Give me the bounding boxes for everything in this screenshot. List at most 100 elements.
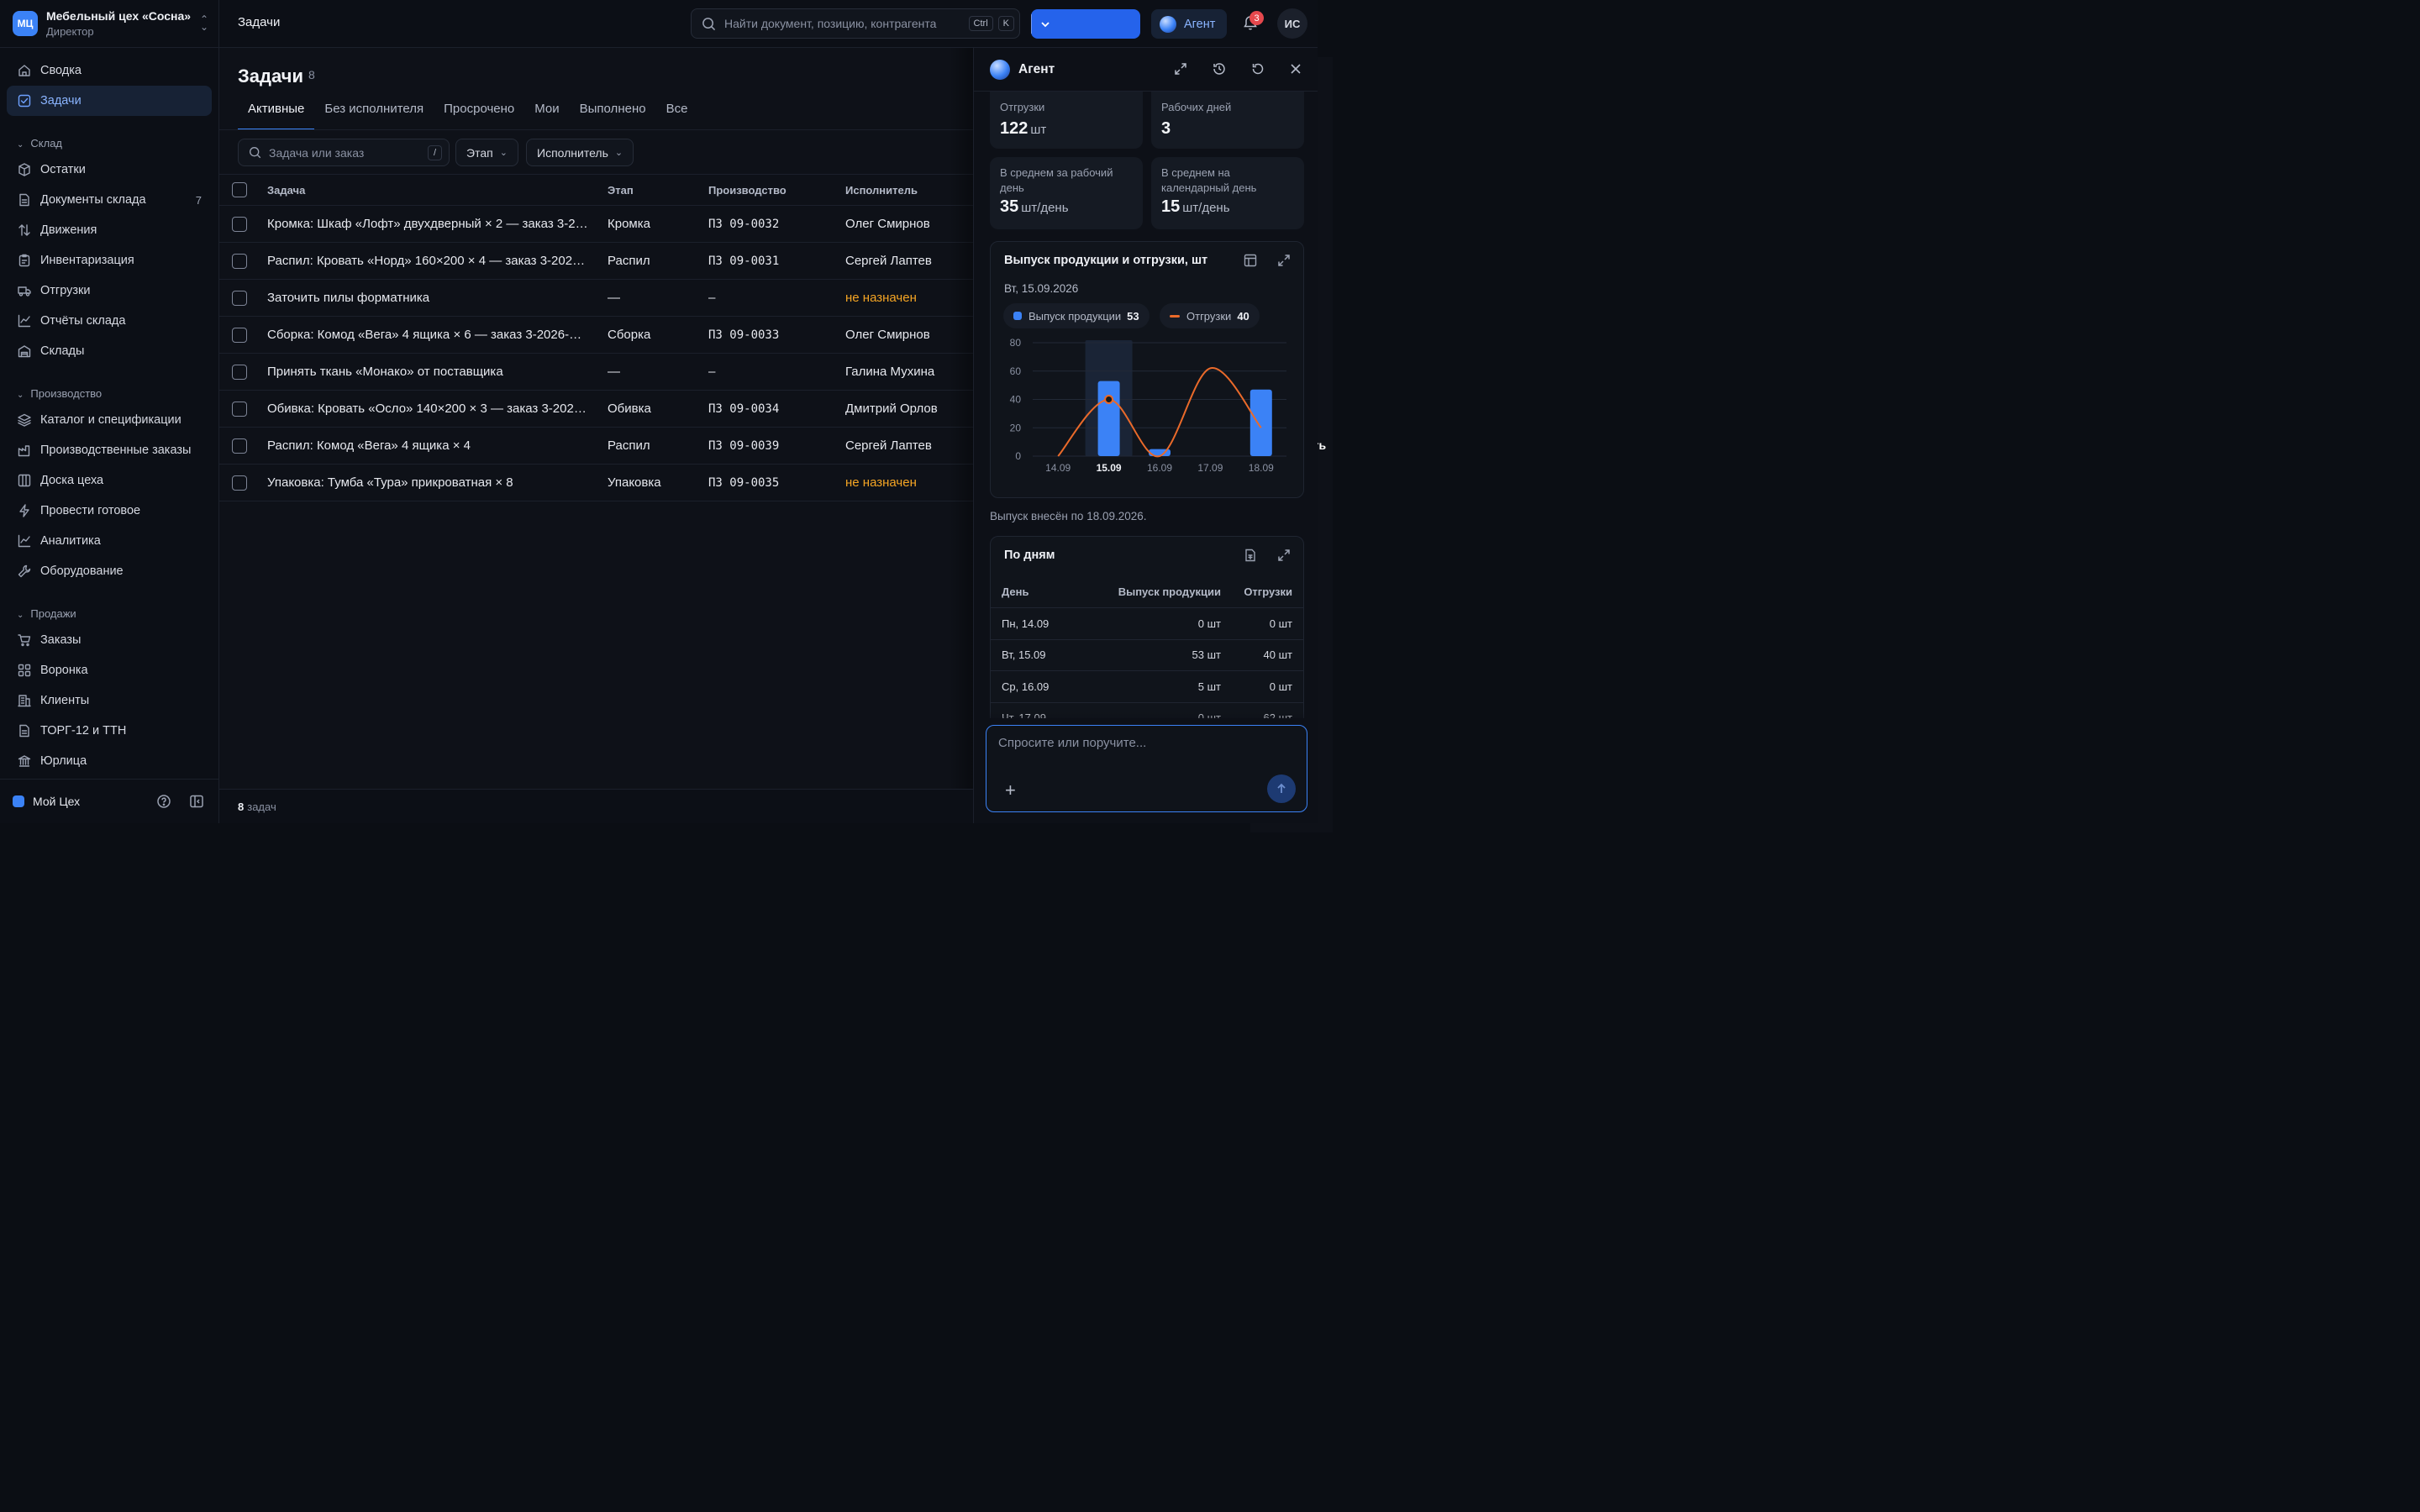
wrench-icon — [17, 564, 32, 579]
column-production[interactable]: Производство — [708, 175, 834, 205]
row-checkbox[interactable] — [232, 438, 247, 454]
sidebar-item[interactable]: Документы склада 7 — [7, 185, 212, 215]
task-title[interactable]: Распил: Кровать «Норд» 160×200 × 4 — зак… — [267, 254, 588, 268]
task-production-order[interactable]: ПЗ 09-0034 — [708, 391, 834, 427]
row-checkbox[interactable] — [232, 401, 247, 417]
sidebar-item[interactable]: Юрлица — [7, 746, 212, 776]
attach-plus-icon[interactable]: + — [1005, 780, 1016, 801]
sidebar-section-title: Продажи — [30, 607, 76, 620]
collapse-sidebar-icon[interactable] — [189, 794, 204, 811]
sidebar-item[interactable]: Заказы — [7, 625, 212, 655]
table-row[interactable]: Сборка: Комод «Вега» 4 ящика × 6 — заказ… — [219, 317, 973, 354]
row-checkbox[interactable] — [232, 364, 247, 380]
executor-filter-dropdown[interactable]: Исполнитель ⌄ — [526, 139, 634, 166]
task-title[interactable]: Распил: Комод «Вега» 4 ящика × 4 — [267, 438, 588, 453]
sidebar-item-tasks[interactable]: Задачи — [7, 86, 212, 116]
expand-icon[interactable] — [1276, 253, 1292, 270]
sidebar-item[interactable]: Провести готовое — [7, 496, 212, 526]
help-icon[interactable] — [156, 794, 171, 811]
task-title[interactable]: Кромка: Шкаф «Лофт» двухдверный × 2 — за… — [267, 217, 588, 231]
agent-prompt-input[interactable]: Спросите или поручите... + — [986, 725, 1307, 812]
output-shipments-chart[interactable]: 0 20 40 60 80 14.09 15.09 16.09 17.09 18.09 — [991, 326, 1303, 494]
task-title[interactable]: Принять ткань «Монако» от поставщика — [267, 365, 588, 379]
send-button[interactable] — [1267, 774, 1296, 803]
sidebar-item[interactable]: Каталог и спецификации — [7, 405, 212, 435]
task-title[interactable]: Упаковка: Тумба «Тура» прикроватная × 8 — [267, 475, 588, 490]
expand-icon[interactable] — [1276, 548, 1292, 565]
row-checkbox[interactable] — [232, 216, 247, 232]
close-icon[interactable] — [1288, 61, 1303, 79]
column-stage[interactable]: Этап — [608, 175, 700, 205]
tab-3[interactable]: Мои — [524, 102, 569, 130]
history-icon[interactable] — [1212, 61, 1227, 79]
org-switcher[interactable]: МЦ Мебельный цех «Сосна» Директор ⌃ ⌄ — [0, 0, 218, 48]
sidebar-item[interactable]: Клиенты — [7, 685, 212, 716]
tab-4[interactable]: Выполнено — [570, 102, 656, 130]
task-production-order[interactable]: ПЗ 09-0033 — [708, 317, 834, 353]
row-checkbox[interactable] — [232, 475, 247, 491]
table-row[interactable]: Принять ткань «Монако» от поставщика — —… — [219, 354, 973, 391]
kpi-label: Отгрузки — [1000, 101, 1045, 113]
table-row[interactable]: Распил: Комод «Вега» 4 ящика × 4 Распил … — [219, 428, 973, 465]
sidebar-item[interactable]: Остатки — [7, 155, 212, 185]
agent-button[interactable]: Агент — [1151, 9, 1227, 39]
task-title[interactable]: Заточить пилы форматника — [267, 291, 588, 305]
sidebar-section-toggle[interactable]: ⌄ Продажи — [7, 595, 212, 625]
legend-output[interactable]: Выпуск продукции 53 — [1003, 303, 1150, 328]
user-avatar[interactable]: ИС — [1277, 8, 1307, 39]
legend-shipments[interactable]: Отгрузки 40 — [1160, 303, 1260, 328]
table-row[interactable]: Распил: Кровать «Норд» 160×200 × 4 — зак… — [219, 243, 973, 280]
expand-icon[interactable] — [1173, 61, 1188, 79]
spreadsheet-icon[interactable] — [1243, 548, 1258, 565]
output-cell: 53 шт — [1192, 648, 1221, 662]
table-row[interactable]: Кромка: Шкаф «Лофт» двухдверный × 2 — за… — [219, 206, 973, 243]
row-checkbox[interactable] — [232, 290, 247, 306]
column-task[interactable]: Задача — [267, 175, 588, 205]
refresh-icon[interactable] — [1250, 61, 1265, 79]
sidebar-item[interactable]: Отгрузки — [7, 276, 212, 306]
table-row[interactable]: Обивка: Кровать «Осло» 140×200 × 3 — зак… — [219, 391, 973, 428]
table-row[interactable]: Заточить пилы форматника — — не назначен — [219, 280, 973, 317]
task-production-order[interactable]: ПЗ 09-0039 — [708, 428, 834, 464]
day-cell: Ср, 16.09 — [1002, 680, 1050, 693]
task-production-order[interactable]: — — [708, 280, 834, 316]
sidebar-item-label: Задачи — [40, 94, 82, 108]
task-filter-input[interactable]: Задача или заказ / — [238, 139, 450, 166]
select-all-checkbox[interactable] — [232, 182, 247, 197]
table-view-icon[interactable] — [1243, 253, 1258, 270]
global-search-input[interactable]: Найти документ, позицию, контрагента Ctr… — [691, 8, 1020, 39]
chevron-updown-icon[interactable]: ⌃ ⌄ — [200, 14, 208, 32]
task-production-order[interactable]: ПЗ 09-0035 — [708, 465, 834, 501]
sidebar-item[interactable]: Отчёты склада — [7, 306, 212, 336]
create-menu-chevron-icon[interactable] — [1031, 14, 1058, 34]
sidebar-item[interactable]: Доска цеха — [7, 465, 212, 496]
task-title[interactable]: Сборка: Комод «Вега» 4 ящика × 6 — заказ… — [267, 328, 588, 342]
table-row[interactable]: Упаковка: Тумба «Тура» прикроватная × 8 … — [219, 465, 973, 501]
row-checkbox[interactable] — [232, 253, 247, 269]
sidebar-item[interactable]: Движения — [7, 215, 212, 245]
row-checkbox[interactable] — [232, 327, 247, 343]
sidebar-item[interactable]: ТОРГ-12 и ТТН — [7, 716, 212, 746]
workspace-name[interactable]: Мой Цех — [33, 795, 80, 808]
sidebar-section-toggle[interactable]: ⌄ Производство — [7, 375, 212, 405]
tab-0[interactable]: Активные — [238, 102, 315, 130]
sidebar-section-toggle[interactable]: ⌄ Склад — [7, 124, 212, 155]
task-production-order[interactable]: ПЗ 09-0031 — [708, 243, 834, 279]
task-stage: Обивка — [608, 402, 651, 416]
sidebar-item[interactable]: Производственные заказы — [7, 435, 212, 465]
tab-2[interactable]: Просрочено — [434, 102, 524, 130]
sidebar-item-overview[interactable]: Сводка — [7, 55, 212, 86]
sidebar-item[interactable]: Склады — [7, 336, 212, 366]
tab-5[interactable]: Все — [656, 102, 698, 130]
sidebar-item[interactable]: Инвентаризация — [7, 245, 212, 276]
tab-1[interactable]: Без исполнителя — [314, 102, 434, 130]
create-button[interactable]: +Создать — [1031, 9, 1333, 832]
stage-filter-dropdown[interactable]: Этап ⌄ — [455, 139, 518, 166]
sidebar-item[interactable]: Аналитика — [7, 526, 212, 556]
sidebar-item[interactable]: Воронка — [7, 655, 212, 685]
shipments-cell: 0 шт — [1269, 680, 1292, 693]
task-production-order[interactable]: ПЗ 09-0032 — [708, 206, 834, 242]
task-title[interactable]: Обивка: Кровать «Осло» 140×200 × 3 — зак… — [267, 402, 588, 416]
sidebar-item[interactable]: Оборудование — [7, 556, 212, 586]
task-production-order[interactable]: — — [708, 354, 834, 390]
